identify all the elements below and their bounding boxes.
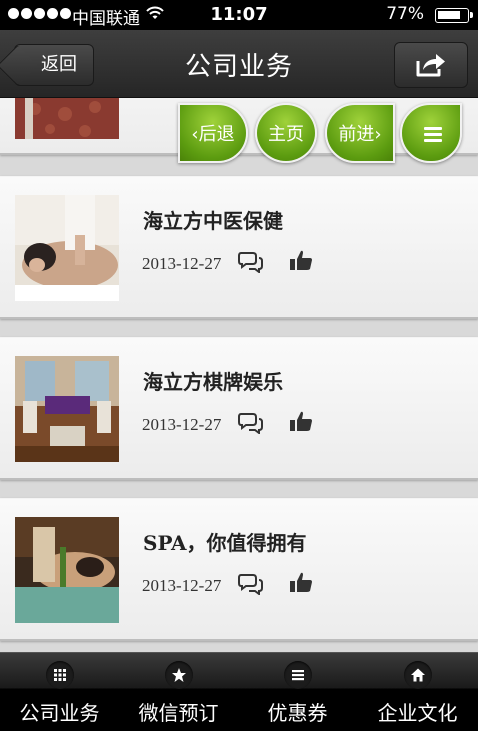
tab-bar: 公司业务 微信预订 优惠券 企业文化	[0, 652, 478, 731]
forward-float-button[interactable]: 前进›	[325, 103, 395, 163]
back-float-label: 后退	[198, 124, 235, 145]
tab-label: 公司业务	[19, 701, 100, 725]
tab-wechat-booking[interactable]: 微信预订	[119, 653, 238, 731]
tab-corporate-culture[interactable]: 企业文化	[357, 653, 478, 731]
item-date: 2013-12-27	[142, 576, 222, 595]
nav-bar: 返回 公司业务	[0, 30, 478, 98]
tab-label: 优惠券	[267, 701, 328, 725]
item-date: 2013-12-27	[142, 415, 222, 434]
star-icon	[164, 661, 193, 689]
home-float-button[interactable]: 主页	[255, 103, 317, 163]
item-title: SPA，你值得拥有	[143, 531, 307, 555]
business-list: 2013-12-27 海立方中医保健 2013-12-27	[0, 98, 478, 652]
status-bar: 中国联通 11:07 77%	[0, 0, 478, 30]
share-icon	[416, 54, 445, 77]
home-float-label: 主页	[268, 124, 304, 145]
item-date: 2013-12-27	[142, 254, 222, 273]
item-thumbnail	[15, 356, 119, 462]
tab-coupons[interactable]: 优惠券	[238, 653, 357, 731]
thumbs-up-icon[interactable]	[289, 249, 313, 271]
item-thumbnail	[15, 517, 119, 623]
list-item[interactable]: SPA，你值得拥有 2013-12-27	[0, 498, 478, 641]
chevron-right-icon: ›	[374, 124, 382, 145]
share-button[interactable]	[394, 42, 468, 88]
battery-icon	[435, 8, 473, 23]
battery-percent: 77%	[386, 4, 424, 24]
tab-label: 企业文化	[377, 701, 458, 725]
tab-company-business[interactable]: 公司业务	[0, 653, 119, 731]
grid-icon	[45, 661, 74, 689]
back-float-button[interactable]: ‹后退	[178, 103, 248, 163]
item-title: 海立方棋牌娱乐	[143, 370, 283, 394]
list-item[interactable]: 海立方棋牌娱乐 2013-12-27	[0, 337, 478, 480]
menu-float-button[interactable]	[400, 103, 462, 163]
comment-icon[interactable]	[238, 251, 264, 273]
thumbs-up-icon[interactable]	[289, 571, 313, 593]
forward-float-label: 前进	[338, 124, 375, 145]
thumbs-up-icon[interactable]	[289, 410, 313, 432]
chevron-left-icon: ‹	[191, 124, 199, 145]
floating-nav: ‹后退 主页 前进›	[0, 103, 478, 163]
home-icon	[403, 661, 432, 689]
item-thumbnail	[15, 195, 119, 301]
menu-icon	[424, 127, 442, 142]
tab-label: 微信预订	[138, 701, 219, 725]
list-icon	[283, 661, 312, 689]
item-title: 海立方中医保健	[143, 209, 283, 233]
comment-icon[interactable]	[238, 573, 264, 595]
list-item[interactable]: 海立方中医保健 2013-12-27	[0, 176, 478, 319]
comment-icon[interactable]	[238, 412, 264, 434]
